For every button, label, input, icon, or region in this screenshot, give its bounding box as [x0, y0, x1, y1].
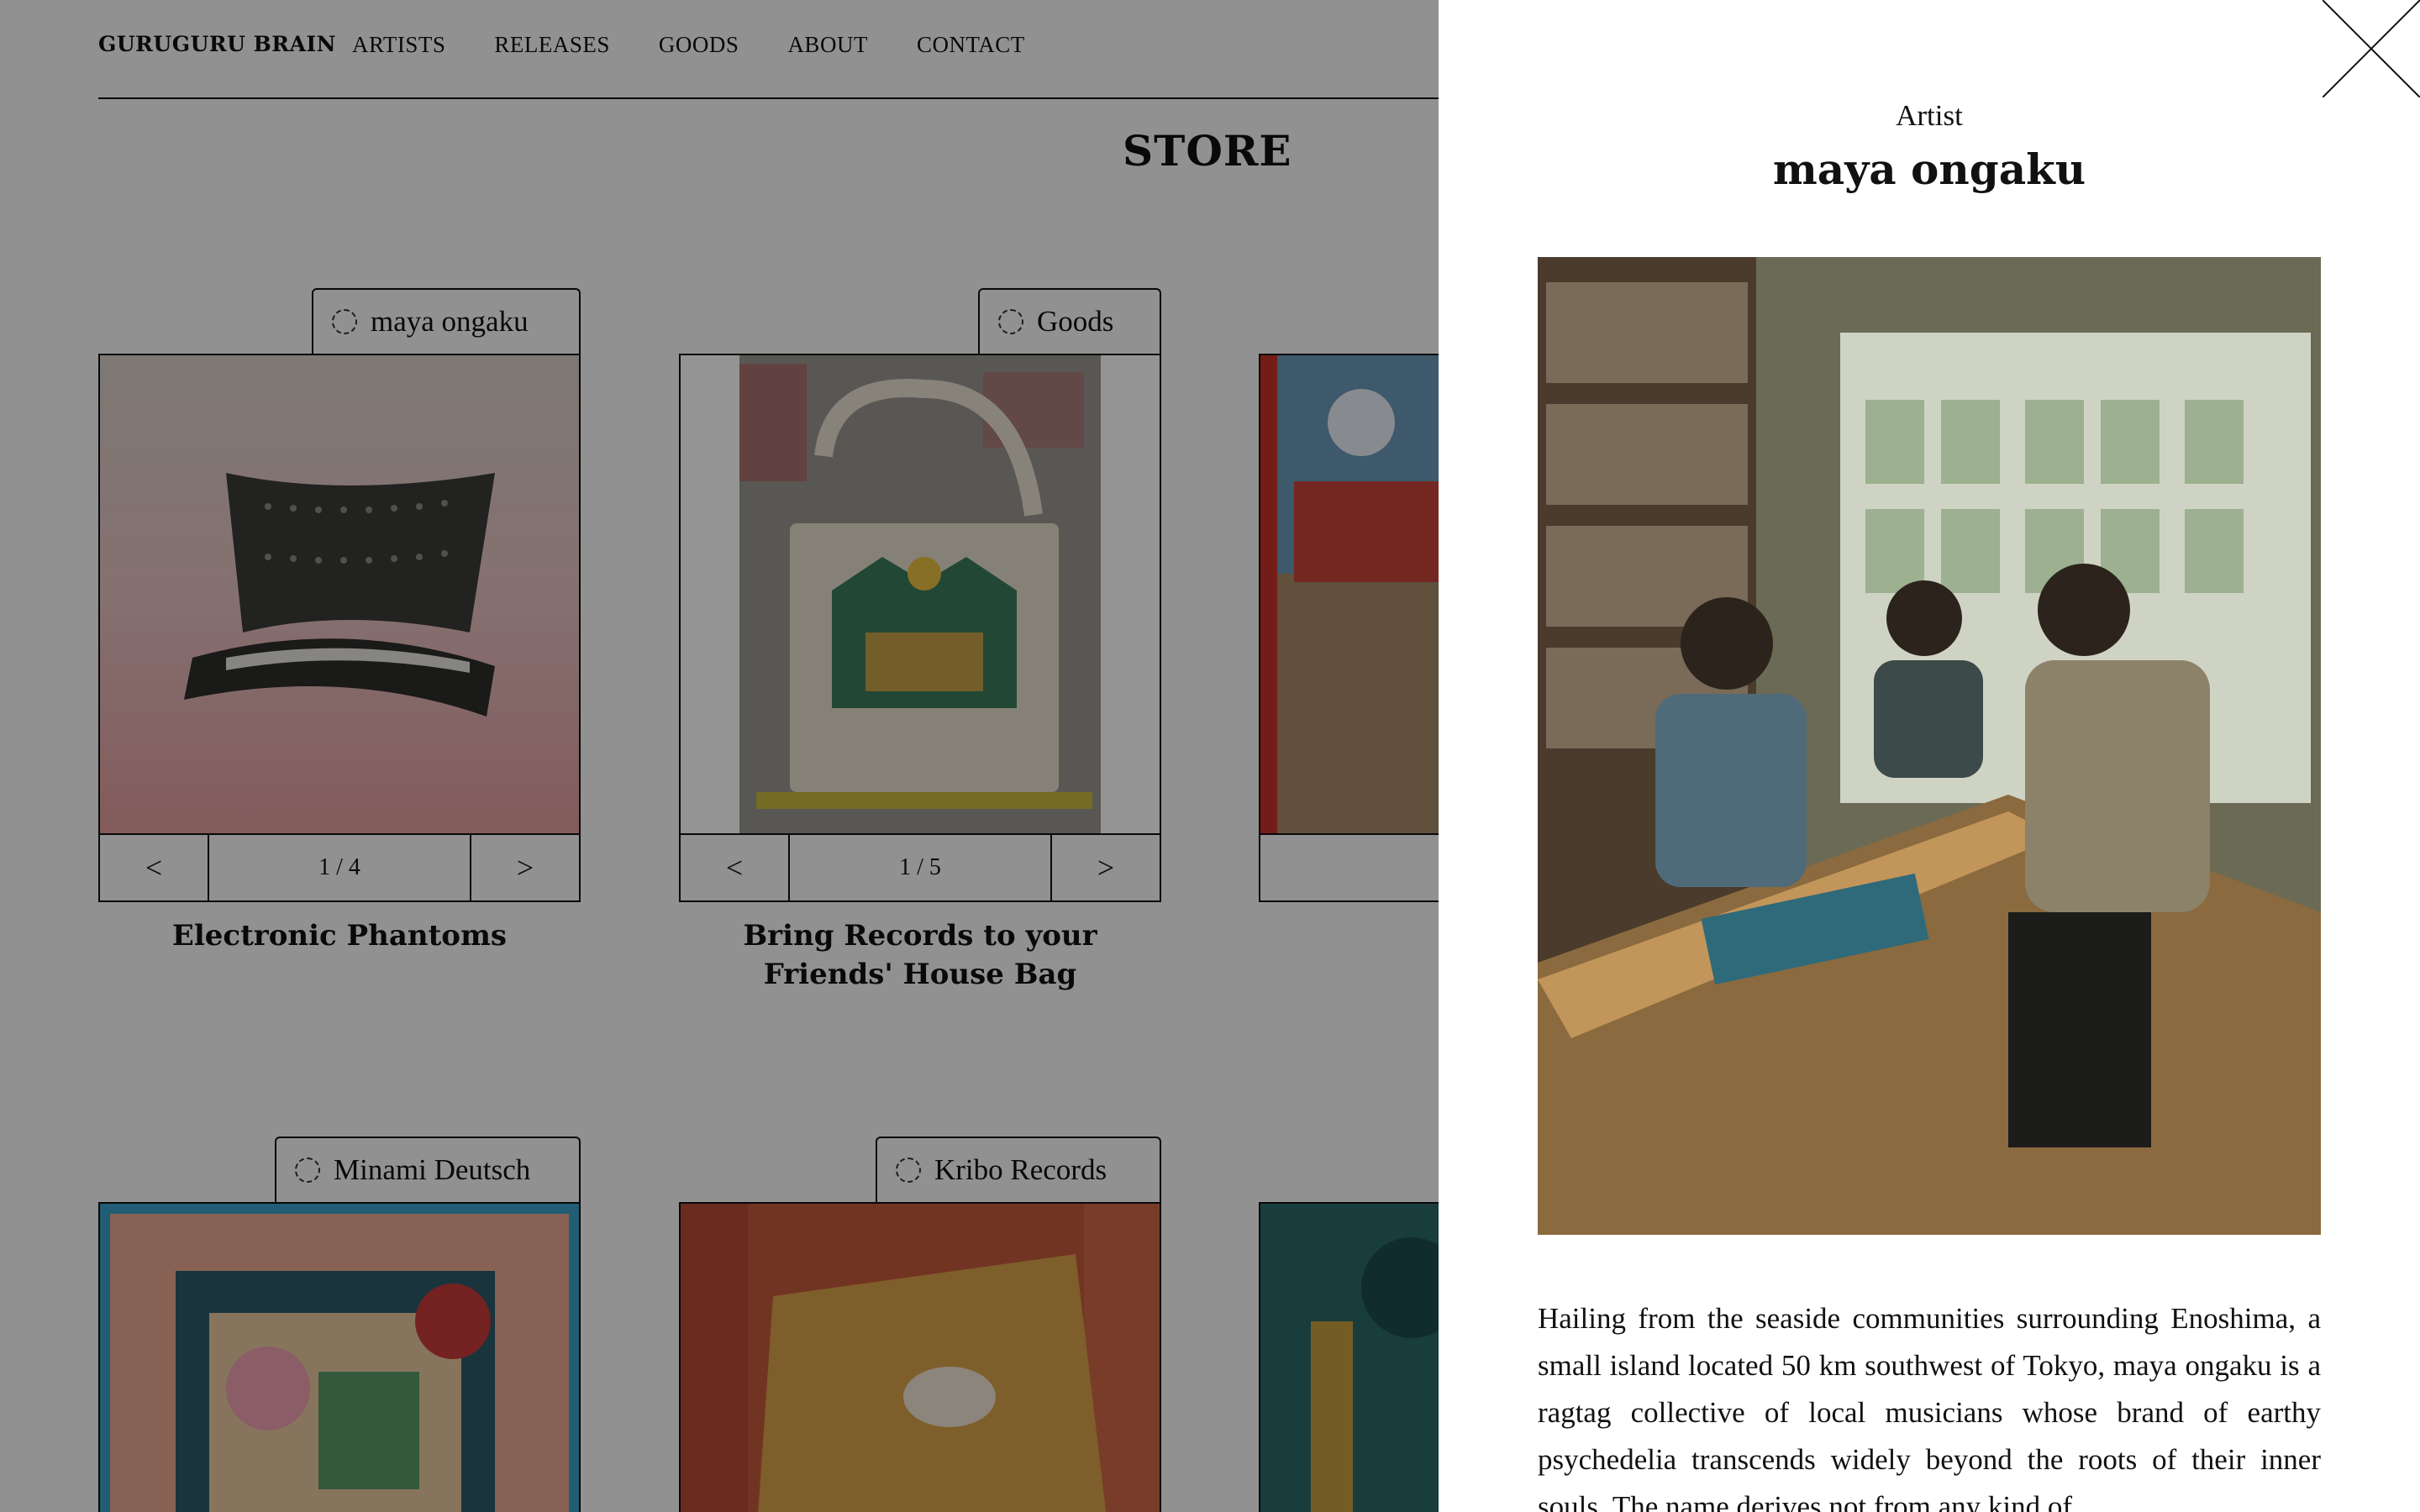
close-button[interactable] — [2322, 0, 2420, 98]
band-members-at-record-table — [1538, 257, 2321, 1235]
store-page: GURUGURU BRAIN ARTISTS RELEASES GOODS AB… — [0, 0, 1439, 1512]
artist-bio: Hailing from the seaside communities sur… — [1538, 1302, 2321, 1512]
modal-backdrop[interactable] — [0, 0, 1439, 1512]
artist-photo — [1538, 257, 2321, 1235]
artist-drawer: Artist maya ongaku Hailing from the seas… — [1439, 0, 2420, 1512]
drawer-kicker: Artist — [1896, 99, 1963, 132]
drawer-title: maya ongaku — [1772, 144, 2086, 194]
close-icon — [2322, 0, 2420, 98]
